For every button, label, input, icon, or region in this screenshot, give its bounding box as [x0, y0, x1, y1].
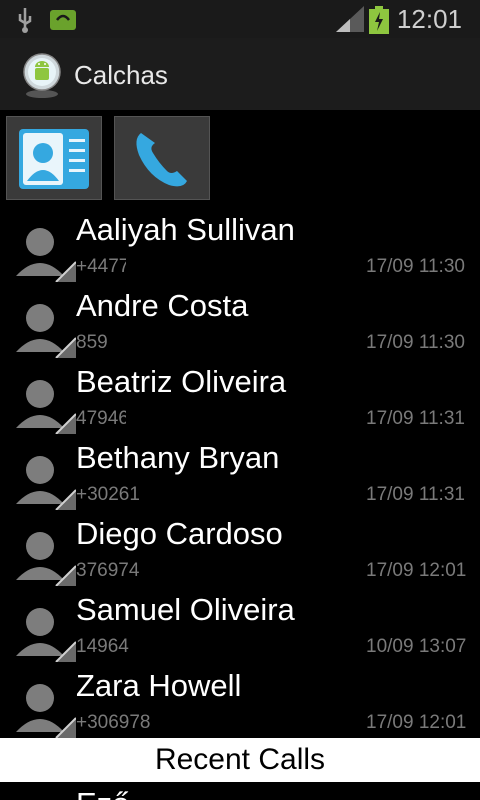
contact-name: Samuel Oliveira: [76, 592, 295, 627]
contact-name: Beatriz Oliveira: [76, 364, 287, 399]
contact-avatar-icon: [16, 684, 76, 738]
call-time: 17/09 11:31: [366, 484, 465, 505]
contact-name: Diego Cardoso: [76, 516, 283, 551]
action-bar: Calchas: [0, 38, 480, 112]
status-bar: 12:01: [0, 0, 480, 38]
contact-number: 14964: [76, 636, 129, 657]
call-time: 17/09 11:30: [366, 256, 465, 277]
call-time: 17/09 11:31: [366, 408, 465, 429]
toolbar: [0, 110, 480, 206]
list-item[interactable]: Andre Costa 8593 17/09 11:30: [0, 282, 480, 358]
contact-avatar-icon: [16, 532, 76, 586]
list-item[interactable]: Samuel Oliveira 14964 10/09 13:07: [0, 586, 480, 662]
contact-list[interactable]: Aaliyah Sullivan +4477 17/09 11:30 Andre…: [0, 206, 480, 738]
contact-number: +306978: [76, 712, 151, 733]
call-time: 17/09 11:30: [366, 332, 465, 353]
phone-button[interactable]: [114, 116, 210, 200]
usb-icon: [18, 8, 32, 33]
battery-charging-icon: [369, 6, 389, 34]
list-item[interactable]: Zara Howell +306978 17/09 12:01: [0, 662, 480, 738]
recent-calls-tab[interactable]: Recent Calls: [0, 738, 480, 782]
contacts-button[interactable]: [6, 116, 102, 200]
signal-icon: [336, 6, 364, 32]
list-item[interactable]: Bethany Bryan +30261 17/09 11:31: [0, 434, 480, 510]
android-notification-icon: [50, 10, 76, 30]
contact-number: 8593: [76, 332, 108, 353]
list-item[interactable]: Diego Cardoso 376974 17/09 12:01: [0, 510, 480, 586]
phone-handset-icon: [136, 133, 187, 187]
call-time: 17/09 12:01: [366, 560, 467, 581]
list-item-partial[interactable]: Ező: [0, 782, 480, 800]
contact-card-icon: [19, 129, 89, 189]
call-time: 17/09 12:01: [366, 712, 467, 733]
clock: 12:01: [396, 4, 462, 34]
contact-name: Aaliyah Sullivan: [76, 212, 295, 247]
app-title: Calchas: [74, 60, 168, 90]
contact-number: +4477: [76, 256, 126, 277]
call-time: 10/09 13:07: [366, 636, 467, 657]
contact-avatar-icon: [16, 228, 76, 282]
contact-name: Zara Howell: [76, 668, 242, 703]
contact-number: +30261: [76, 484, 140, 505]
contact-avatar-icon: [16, 456, 76, 510]
contact-name: Bethany Bryan: [76, 440, 280, 475]
contact-name: Ező: [76, 786, 129, 800]
list-item[interactable]: Beatriz Oliveira 47946 17/09 11:31: [0, 358, 480, 434]
contact-avatar-icon: [16, 304, 76, 358]
app-logo-icon[interactable]: [22, 52, 62, 98]
contact-name: Andre Costa: [76, 288, 249, 323]
contact-avatar-icon: [16, 608, 76, 662]
contact-number: 47946: [76, 408, 126, 429]
contact-avatar-icon: [16, 380, 76, 434]
list-item[interactable]: Aaliyah Sullivan +4477 17/09 11:30: [0, 206, 480, 282]
contact-number: 376974: [76, 560, 140, 581]
